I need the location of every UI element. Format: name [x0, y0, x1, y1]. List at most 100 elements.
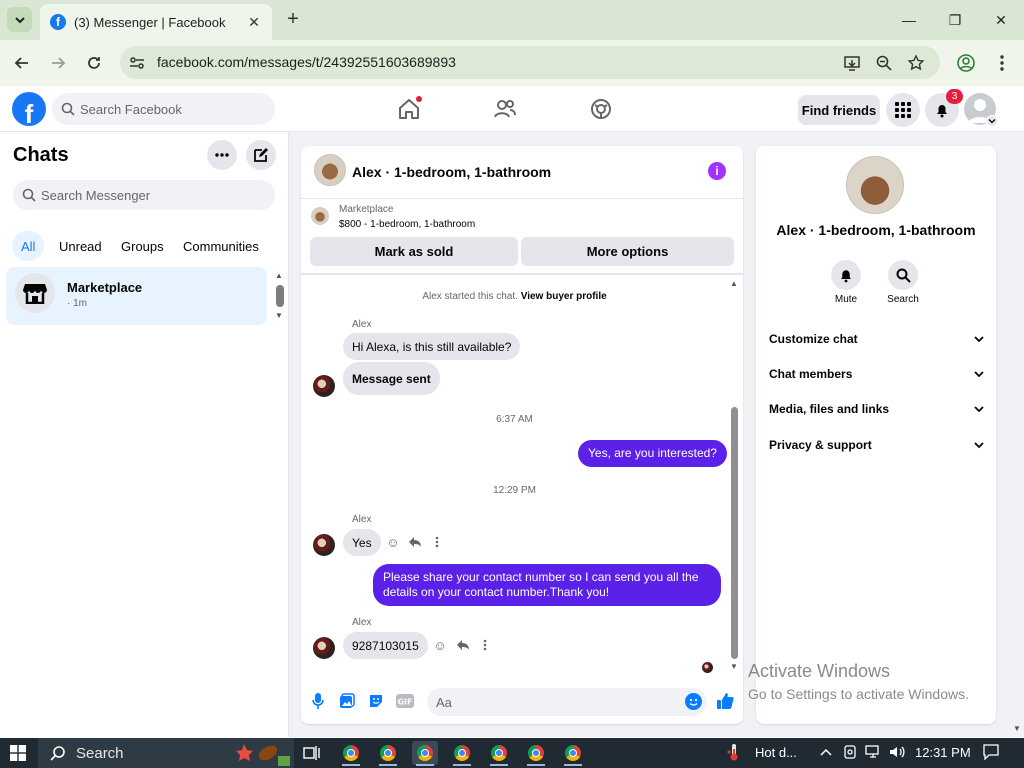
chrome-taskbar-icon[interactable]	[486, 741, 512, 765]
network-icon[interactable]	[865, 744, 881, 760]
conversation-title[interactable]: Alex · 1-bedroom, 1-bathroom	[352, 164, 551, 180]
conversation-scrollbar-thumb[interactable]	[731, 407, 738, 659]
reply-icon[interactable]	[455, 637, 471, 653]
view-buyer-profile-link[interactable]: View buyer profile	[521, 291, 607, 302]
page-scroll-down-icon[interactable]: ▼	[1013, 724, 1021, 733]
install-app-icon[interactable]	[841, 52, 863, 74]
maximize-button[interactable]: ❐	[940, 6, 970, 34]
microphone-icon[interactable]	[309, 692, 327, 710]
search-conversation-button[interactable]	[888, 260, 918, 290]
listing-detail[interactable]: $800 - 1-bedroom, 1-bathroom	[339, 219, 475, 230]
facebook-search-input[interactable]: Search Facebook	[52, 93, 275, 125]
account-chevron-icon[interactable]	[986, 115, 998, 127]
chrome-taskbar-icon[interactable]	[338, 741, 364, 765]
reload-button[interactable]	[81, 50, 107, 76]
volume-icon[interactable]	[889, 744, 905, 760]
taskbar-running-indicator	[564, 764, 582, 766]
mark-as-sold-button[interactable]: Mark as sold	[310, 237, 518, 266]
reply-icon[interactable]	[407, 534, 423, 550]
sticker-icon[interactable]	[367, 692, 385, 710]
customize-chat-section[interactable]: Customize chat	[769, 329, 985, 349]
forward-button[interactable]	[45, 50, 71, 76]
windows-start-icon[interactable]	[10, 745, 26, 761]
filter-groups[interactable]: Groups	[112, 231, 173, 261]
chrome-taskbar-icon[interactable]	[560, 741, 586, 765]
tab-search-button[interactable]	[7, 7, 32, 32]
sidebar-scroll-down-icon[interactable]: ▼	[275, 311, 283, 320]
filter-communities[interactable]: Communities	[174, 231, 268, 261]
incoming-message[interactable]: 9287103015	[343, 632, 428, 659]
close-tab-icon[interactable]: ✕	[244, 12, 264, 32]
url-text[interactable]: facebook.com/messages/t/2439255160368989…	[157, 54, 456, 70]
divider	[301, 198, 743, 199]
seen-receipt-avatar	[702, 662, 713, 673]
more-vertical-icon[interactable]	[429, 534, 445, 550]
chrome-taskbar-icon[interactable]	[449, 741, 475, 765]
device-icon[interactable]	[842, 744, 858, 760]
message-timestamp: 12:29 PM	[493, 485, 536, 496]
conversation-avatar[interactable]	[314, 154, 346, 186]
notification-center-icon[interactable]	[983, 744, 999, 760]
sender-avatar[interactable]	[313, 637, 335, 659]
outgoing-message[interactable]: Please share your contact number so I ca…	[373, 564, 721, 606]
browser-tab[interactable]: f (3) Messenger | Facebook ✕	[40, 4, 272, 40]
facebook-logo[interactable]: f	[12, 92, 46, 126]
profile-icon[interactable]	[955, 52, 977, 74]
sender-avatar[interactable]	[313, 375, 335, 397]
filter-all[interactable]: All	[12, 231, 45, 261]
emoji-icon[interactable]	[685, 693, 702, 710]
chrome-taskbar-icon[interactable]	[412, 741, 438, 765]
new-message-button[interactable]	[246, 140, 276, 170]
zoom-icon[interactable]	[873, 52, 895, 74]
filter-unread[interactable]: Unread	[50, 231, 111, 261]
listing-avatar[interactable]	[846, 156, 904, 214]
bell-icon	[937, 105, 947, 118]
listing-thumbnail[interactable]	[311, 207, 329, 225]
media-files-links-section[interactable]: Media, files and links	[769, 399, 985, 419]
taskbar-search[interactable]: Search	[38, 738, 294, 768]
conversation-scroll-down-icon[interactable]: ▼	[730, 662, 738, 671]
sidebar-scrollbar-thumb[interactable]	[276, 285, 284, 307]
more-vertical-icon[interactable]	[477, 637, 493, 653]
task-view-icon[interactable]	[299, 741, 325, 765]
more-options-button[interactable]: More options	[521, 237, 734, 266]
like-thumb-icon[interactable]	[716, 692, 734, 710]
chrome-taskbar-icon[interactable]	[375, 741, 401, 765]
site-settings-icon[interactable]	[128, 54, 146, 72]
search-icon	[22, 188, 36, 202]
back-button[interactable]	[9, 50, 35, 76]
privacy-support-section[interactable]: Privacy & support	[769, 435, 985, 455]
sender-avatar[interactable]	[313, 534, 335, 556]
photo-icon[interactable]	[338, 692, 356, 710]
chat-members-section[interactable]: Chat members	[769, 364, 985, 384]
outgoing-message[interactable]: Yes, are you interested?	[578, 440, 727, 467]
new-tab-button[interactable]: +	[282, 8, 304, 30]
chat-list-item[interactable]: Marketplace · 1m	[6, 267, 267, 325]
incoming-message[interactable]: Yes	[343, 529, 381, 556]
bookmark-star-icon[interactable]	[905, 52, 927, 74]
menu-grid-button[interactable]	[886, 93, 920, 127]
friends-nav-icon[interactable]	[492, 96, 518, 122]
info-icon[interactable]: i	[708, 162, 726, 180]
conversation-scroll-up-icon[interactable]: ▲	[730, 279, 738, 288]
browser-menu-icon[interactable]	[991, 52, 1013, 74]
react-emoji-icon[interactable]: ☺	[432, 637, 448, 653]
gaming-nav-icon[interactable]	[588, 96, 614, 122]
incoming-message[interactable]: Hi Alexa, is this still available?	[343, 333, 521, 360]
weather-text[interactable]: Hot d...	[755, 745, 797, 760]
mute-button[interactable]	[831, 260, 861, 290]
messenger-search-input[interactable]: Search Messenger	[13, 180, 275, 210]
find-friends-button[interactable]: Find friends	[798, 95, 880, 125]
react-emoji-icon[interactable]: ☺	[385, 534, 401, 550]
incoming-message[interactable]: Message sent	[343, 362, 440, 395]
chrome-taskbar-icon[interactable]	[523, 741, 549, 765]
chevron-up-icon[interactable]	[818, 744, 834, 760]
clock-time[interactable]: 12:31 PM	[915, 745, 971, 760]
close-window-button[interactable]: ✕	[986, 6, 1016, 34]
sidebar-scroll-up-icon[interactable]: ▲	[275, 271, 283, 280]
minimize-button[interactable]: —	[894, 6, 924, 34]
gif-icon[interactable]: GIF	[396, 692, 414, 710]
message-input[interactable]: Aa	[427, 688, 707, 716]
weather-thermometer-icon[interactable]	[726, 744, 742, 761]
chat-options-button[interactable]	[207, 140, 237, 170]
